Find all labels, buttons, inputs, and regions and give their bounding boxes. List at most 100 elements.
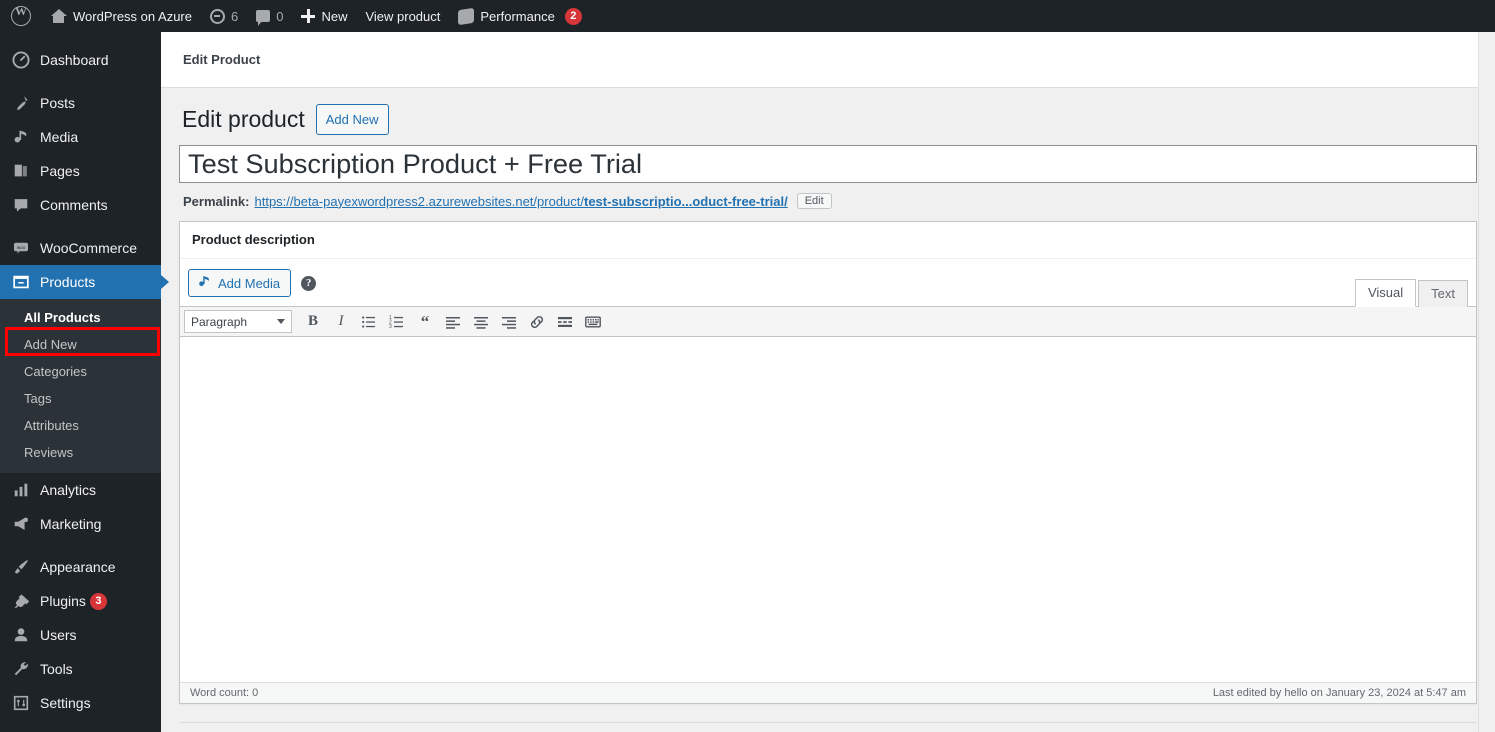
svg-text:woo: woo bbox=[17, 245, 26, 250]
sidebar-item-label: Comments bbox=[40, 197, 108, 213]
sidebar-item-woocommerce[interactable]: woo WooCommerce bbox=[0, 231, 161, 265]
add-media-label: Add Media bbox=[218, 275, 281, 291]
home-icon bbox=[50, 8, 67, 24]
sidebar-item-label: Plugins bbox=[40, 593, 86, 609]
permalink-label: Permalink: bbox=[183, 193, 250, 209]
wrench-icon bbox=[11, 659, 31, 679]
sidebar-item-label: Products bbox=[40, 274, 96, 290]
analytics-icon bbox=[11, 480, 31, 500]
submenu-item-tags[interactable]: Tags bbox=[0, 385, 161, 412]
sidebar-item-users[interactable]: Users bbox=[0, 618, 161, 652]
view-product-link[interactable]: View product bbox=[356, 0, 449, 32]
breadcrumb-bar: Edit Product bbox=[161, 32, 1495, 88]
sidebar-item-label: Analytics bbox=[40, 482, 97, 498]
sidebar-item-pages[interactable]: Pages bbox=[0, 154, 161, 188]
megaphone-icon bbox=[11, 514, 31, 534]
bulleted-list-icon[interactable] bbox=[356, 309, 382, 334]
performance-menu[interactable]: Performance 2 bbox=[449, 0, 590, 32]
editor-toolbar: Paragraph B I 123 “ bbox=[180, 306, 1476, 338]
format-select-value: Paragraph bbox=[191, 314, 248, 329]
add-new-button[interactable]: Add New bbox=[315, 104, 389, 136]
updates-count: 6 bbox=[230, 8, 239, 24]
keyboard-shortcuts-icon[interactable] bbox=[580, 309, 606, 334]
performance-label: Performance bbox=[480, 8, 555, 24]
italic-icon[interactable]: I bbox=[328, 309, 354, 334]
product-title-input[interactable] bbox=[179, 145, 1477, 184]
editor-content-area[interactable] bbox=[180, 337, 1476, 683]
right-gutter bbox=[1478, 32, 1495, 732]
sidebar-item-tools[interactable]: Tools bbox=[0, 652, 161, 686]
editor-wrap: Add Media ? Visual Text Paragraph B I 1 … bbox=[180, 259, 1476, 704]
product-description-title: Product description bbox=[192, 232, 315, 248]
submenu-item-reviews[interactable]: Reviews bbox=[0, 439, 161, 466]
bottom-divider bbox=[179, 722, 1477, 723]
products-submenu: All Products Add New Categories Tags Att… bbox=[0, 299, 161, 473]
add-media-button[interactable]: Add Media bbox=[188, 269, 292, 298]
sidebar-item-label: Dashboard bbox=[40, 52, 109, 68]
bold-icon[interactable]: B bbox=[300, 309, 326, 334]
sidebar-item-posts[interactable]: Posts bbox=[0, 86, 161, 120]
sidebar-item-products[interactable]: Products bbox=[0, 265, 169, 299]
submenu-item-categories[interactable]: Categories bbox=[0, 358, 161, 385]
new-content-menu[interactable]: New bbox=[292, 0, 356, 32]
insert-read-more-icon[interactable] bbox=[552, 309, 578, 334]
numbered-list-icon[interactable]: 123 bbox=[384, 309, 410, 334]
sidebar-item-label: Appearance bbox=[40, 559, 116, 575]
pin-icon bbox=[11, 93, 31, 113]
wordpress-logo-icon bbox=[11, 4, 31, 26]
permalink-url-prefix: https://beta-payexwordpress2.azurewebsit… bbox=[254, 193, 584, 209]
blockquote-icon[interactable]: “ bbox=[412, 309, 438, 334]
tab-text[interactable]: Text bbox=[1418, 280, 1468, 308]
help-icon[interactable]: ? bbox=[301, 275, 317, 291]
sidebar-item-label: WooCommerce bbox=[40, 240, 137, 256]
sidebar-item-label: Posts bbox=[40, 95, 76, 111]
sidebar-item-appearance[interactable]: Appearance bbox=[0, 550, 161, 584]
user-icon bbox=[11, 625, 31, 645]
submenu-item-add-new[interactable]: Add New bbox=[0, 331, 161, 358]
plugins-update-badge: 3 bbox=[89, 592, 107, 610]
admin-bar: WordPress on Azure 6 0 New View product … bbox=[0, 0, 1495, 32]
paintbrush-icon bbox=[11, 557, 31, 577]
sidebar-item-media[interactable]: Media bbox=[0, 120, 161, 154]
svg-text:3: 3 bbox=[389, 324, 392, 330]
products-icon bbox=[11, 272, 31, 292]
main-content: Edit Product Edit product Add New Permal… bbox=[161, 32, 1495, 732]
tab-visual[interactable]: Visual bbox=[1354, 279, 1417, 308]
edit-permalink-button[interactable]: Edit bbox=[796, 193, 832, 210]
page-header: Edit product Add New bbox=[179, 88, 1477, 145]
permalink-url[interactable]: https://beta-payexwordpress2.azurewebsit… bbox=[254, 194, 787, 209]
performance-badge: 2 bbox=[564, 7, 582, 25]
format-select[interactable]: Paragraph bbox=[184, 310, 292, 334]
comments-count: 0 bbox=[276, 8, 284, 24]
word-count: Word count: 0 bbox=[190, 687, 259, 700]
sidebar-item-analytics[interactable]: Analytics bbox=[0, 473, 161, 507]
admin-sidebar: Dashboard Posts Media Pages Comments woo… bbox=[0, 32, 169, 732]
sidebar-item-label: Users bbox=[40, 627, 77, 643]
sidebar-item-dashboard[interactable]: Dashboard bbox=[0, 43, 161, 77]
submenu-item-attributes[interactable]: Attributes bbox=[0, 412, 161, 439]
submenu-item-all-products[interactable]: All Products bbox=[0, 304, 161, 331]
sidebar-item-settings[interactable]: Settings bbox=[0, 686, 161, 720]
product-description-header: Product description bbox=[180, 222, 1476, 260]
last-edited-info: Last edited by hello on January 23, 2024… bbox=[1212, 687, 1466, 700]
product-description-box: Product description Add Media ? Visual T… bbox=[179, 221, 1477, 705]
updates-menu[interactable]: 6 bbox=[201, 0, 247, 32]
align-left-icon[interactable] bbox=[440, 309, 466, 334]
comment-bubble-icon bbox=[11, 195, 31, 215]
site-name-menu[interactable]: WordPress on Azure bbox=[41, 0, 201, 32]
permalink-row: Permalink: https://beta-payexwordpress2.… bbox=[179, 183, 1477, 221]
sidebar-item-plugins[interactable]: Plugins 3 bbox=[0, 584, 161, 618]
comments-menu[interactable]: 0 bbox=[247, 0, 292, 32]
dashboard-icon bbox=[11, 50, 31, 70]
align-right-icon[interactable] bbox=[496, 309, 522, 334]
insert-link-icon[interactable] bbox=[524, 309, 550, 334]
align-center-icon[interactable] bbox=[468, 309, 494, 334]
wordpress-logo-menu[interactable] bbox=[0, 0, 41, 32]
sidebar-item-label: Marketing bbox=[40, 516, 102, 532]
editor-status-bar: Word count: 0 Last edited by hello on Ja… bbox=[180, 682, 1476, 704]
sidebar-item-marketing[interactable]: Marketing bbox=[0, 507, 161, 541]
sidebar-item-label: Media bbox=[40, 129, 79, 145]
sidebar-item-comments[interactable]: Comments bbox=[0, 188, 161, 222]
new-label: New bbox=[321, 8, 348, 24]
sidebar-item-label: Pages bbox=[40, 163, 80, 179]
